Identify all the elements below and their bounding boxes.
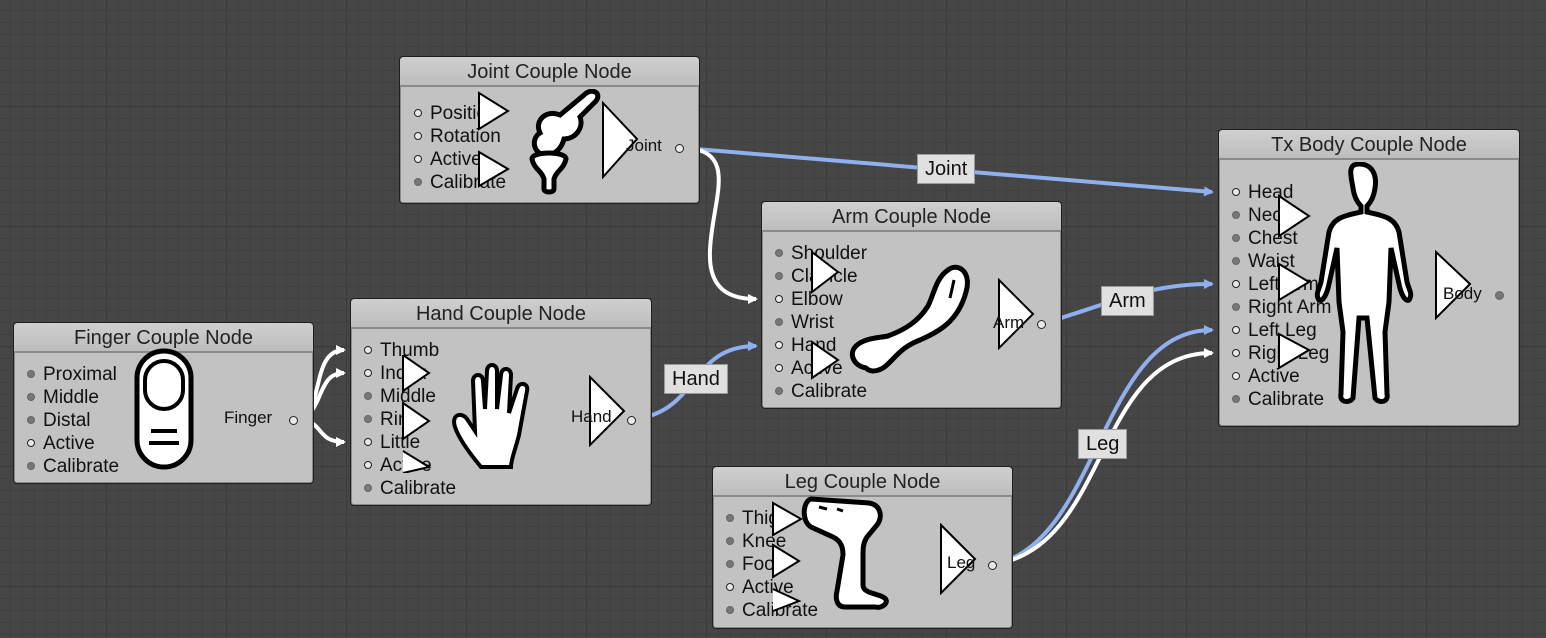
output-port-arm[interactable]	[1037, 320, 1046, 329]
port-middle[interactable]: Middle	[27, 386, 119, 409]
wire-label-hand: Hand	[664, 364, 728, 394]
arm-couple-node[interactable]: Arm Couple Node Shoulder Clavicle Elbow …	[761, 201, 1062, 409]
output-label: Body	[1443, 284, 1482, 303]
wire-label-leg: Leg	[1078, 429, 1128, 459]
finger-icon	[134, 348, 194, 470]
input-ports: Proximal Middle Distal Active Calibrate	[27, 363, 119, 478]
leg-icon	[772, 496, 889, 612]
output-label: Finger	[224, 408, 273, 427]
output-label: Hand	[571, 407, 612, 426]
tx-body-couple-node[interactable]: Tx Body Couple Node Head Neck Chest Wais…	[1218, 129, 1520, 427]
output-port-hand[interactable]	[627, 416, 636, 425]
wire-label-arm: Arm	[1101, 286, 1154, 316]
knee-joint-icon	[478, 89, 601, 195]
output-label: Joint	[626, 136, 662, 155]
port-distal[interactable]: Distal	[27, 409, 119, 432]
output-label: Arm	[993, 313, 1025, 332]
node-title[interactable]: Arm Couple Node	[762, 202, 1061, 232]
port-proximal[interactable]: Proximal	[27, 363, 119, 386]
node-title[interactable]: Joint Couple Node	[400, 57, 699, 87]
port-calibrate[interactable]: Calibrate	[775, 380, 867, 403]
port-active[interactable]: Active	[27, 432, 119, 455]
node-title[interactable]: Hand Couple Node	[351, 299, 651, 329]
port-calibrate[interactable]: Calibrate	[364, 477, 456, 500]
output-port-body[interactable]	[1495, 291, 1504, 300]
human-body-icon	[1278, 162, 1414, 404]
node-title[interactable]: Tx Body Couple Node	[1219, 130, 1519, 160]
finger-couple-node[interactable]: Finger Couple Node Proximal Middle Dista…	[13, 322, 314, 484]
output-port-joint[interactable]	[675, 144, 684, 153]
port-calibrate[interactable]: Calibrate	[27, 455, 119, 478]
leg-couple-node[interactable]: Leg Couple Node Thigh Knee Foot Active C…	[712, 466, 1013, 629]
hand-couple-node[interactable]: Hand Couple Node Thumb Index Middle Ring…	[350, 298, 652, 506]
output-port-leg[interactable]	[988, 561, 997, 570]
wire-label-joint: Joint	[917, 154, 976, 184]
output-label: Leg	[947, 553, 976, 572]
output-port-finger[interactable]	[289, 416, 298, 425]
hand-icon	[402, 355, 530, 473]
joint-couple-node[interactable]: Joint Couple Node Position Rotation Acti…	[399, 56, 700, 204]
arm-icon	[811, 249, 970, 380]
